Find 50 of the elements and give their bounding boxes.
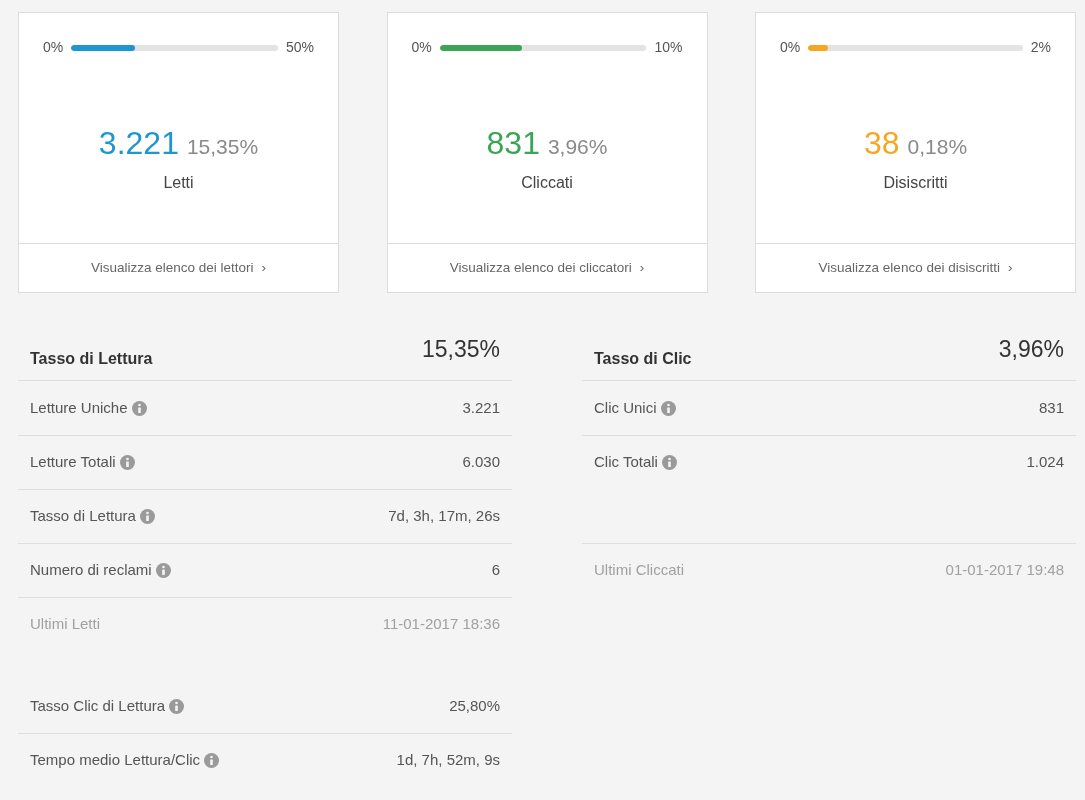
scale-min-label: 0% [43, 38, 64, 57]
info-icon[interactable] [169, 698, 185, 714]
info-icon[interactable] [661, 455, 677, 470]
stat-value: 6.030 [462, 452, 500, 473]
count-value: 38 [863, 123, 900, 163]
stat-label: Letture Totali [30, 452, 116, 473]
info-icon[interactable] [155, 563, 171, 578]
scale-min-label: 0% [411, 38, 432, 57]
stat-value: 831 [1038, 397, 1064, 418]
panel-title: Tasso di Lettura [30, 349, 153, 369]
card-label: Disiscritti [883, 172, 948, 193]
panel-value: 15,35% [422, 335, 500, 364]
info-icon[interactable] [139, 509, 155, 524]
panel-value: 3,96% [998, 335, 1064, 364]
percent-value: 15,35% [186, 133, 259, 160]
stat-label: Letture Uniche [30, 397, 128, 418]
scale-max-label: 2% [1030, 38, 1051, 57]
count-value: 3.221 [98, 123, 179, 163]
stat-value: 7d, 3h, 17m, 26s [388, 506, 500, 527]
stat-label: Tempo medio Lettura/Clic [30, 750, 201, 771]
info-icon[interactable] [131, 400, 147, 416]
stat-value: 11-01-2017 18:36 [382, 614, 500, 635]
list-link[interactable]: Visualizza elenco dei lettori › [19, 243, 338, 292]
list-link[interactable]: Visualizza elenco dei disiscritti › [756, 243, 1075, 292]
info-icon[interactable] [119, 455, 135, 470]
count-value: 831 [486, 123, 540, 163]
stat-value: 6 [491, 560, 500, 581]
stat-value: 1.024 [1026, 452, 1064, 473]
panel-title: Tasso di Clic [594, 349, 692, 369]
info-icon[interactable] [660, 400, 676, 416]
info-icon[interactable] [204, 753, 220, 768]
stat-value: 3.221 [462, 397, 500, 418]
percent-value: 0,18% [907, 133, 968, 160]
stat-label: Clic Totali [594, 452, 658, 473]
list-link[interactable]: Visualizza elenco dei cliccatori › [387, 243, 707, 292]
stat-label: Tasso di Lettura [30, 506, 136, 527]
stat-label: Tasso Clic di Lettura [30, 695, 166, 716]
card-label: Letti [163, 172, 194, 193]
stat-label: Ultimi Cliccati [594, 560, 684, 581]
stat-value: 01-01-2017 19:48 [945, 560, 1064, 581]
stat-label: Clic Unici [594, 397, 657, 418]
stat-label: Numero di reclami [30, 560, 152, 581]
stat-value: 1d, 7h, 52m, 9s [396, 750, 500, 771]
percent-value: 3,96% [547, 133, 608, 160]
stat-label: Ultimi Letti [30, 614, 100, 635]
scale-min-label: 0% [780, 38, 801, 57]
scale-max-label: 10% [654, 38, 683, 57]
stat-value: 25,80% [449, 695, 500, 716]
scale-max-label: 50% [285, 38, 314, 57]
card-label: Cliccati [521, 172, 573, 193]
